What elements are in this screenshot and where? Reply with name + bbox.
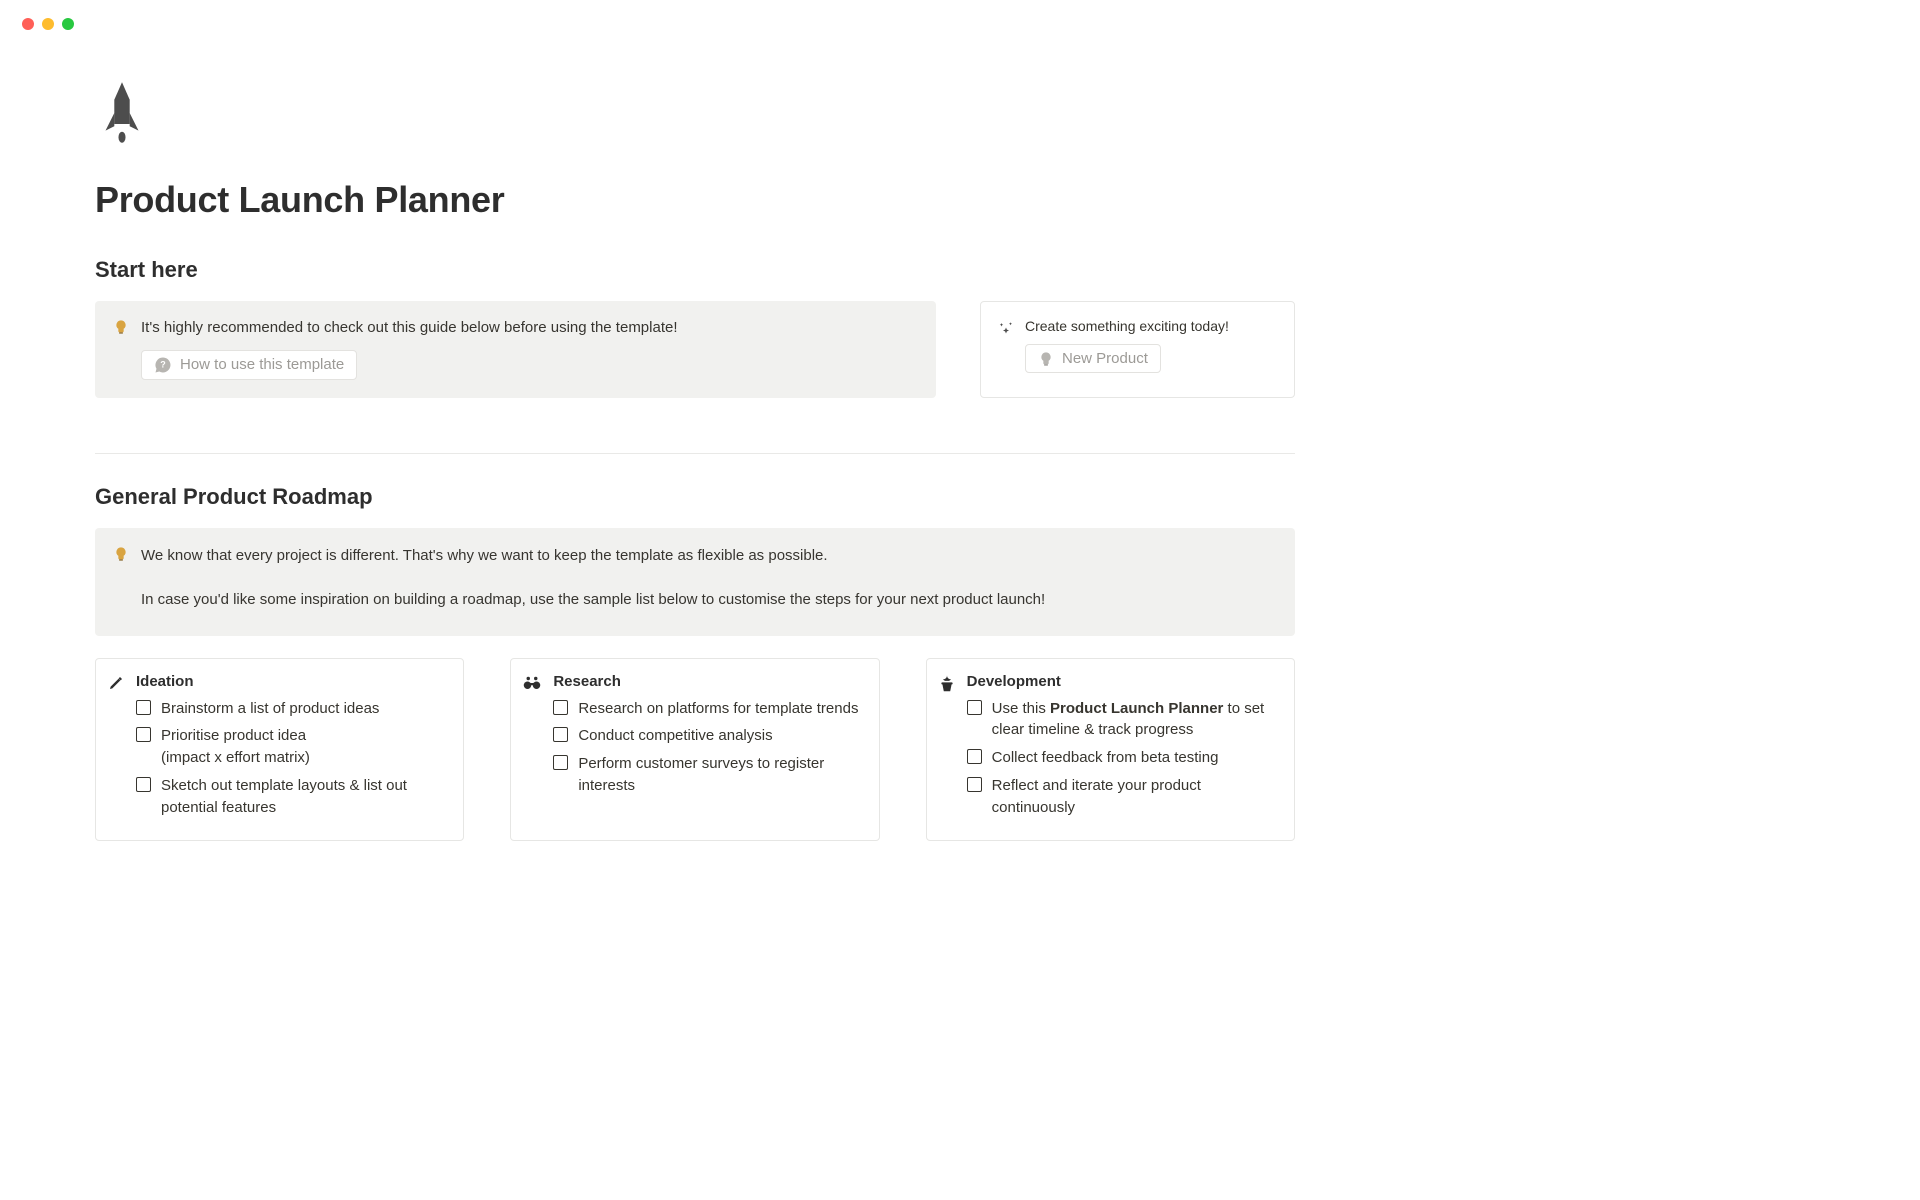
todo-label: Sketch out template layouts & list out p… <box>161 775 447 819</box>
todo-label: Prioritise product idea (impact x effort… <box>161 725 447 769</box>
research-card[interactable]: Research Research on platforms for templ… <box>510 658 879 842</box>
todo-item[interactable]: Use this Product Launch Planner to set c… <box>967 698 1278 742</box>
checkbox[interactable] <box>136 727 151 742</box>
sparkle-icon <box>997 320 1015 341</box>
window-minimize-button[interactable] <box>42 18 54 30</box>
lightbulb-grey-icon <box>1038 351 1054 367</box>
binoculars-icon <box>523 675 541 694</box>
development-title: Development <box>967 673 1278 690</box>
todo-label: Conduct competitive analysis <box>578 725 862 747</box>
todo-label: Use this Product Launch Planner to set c… <box>992 698 1278 742</box>
roadmap-callout-p1: We know that every project is different.… <box>141 544 1045 568</box>
start-tip-text: It's highly recommended to check out thi… <box>141 317 918 340</box>
new-product-button[interactable]: New Product <box>1025 344 1161 373</box>
page-title[interactable]: Product Launch Planner <box>95 179 1295 221</box>
svg-text:?: ? <box>160 359 166 369</box>
plant-icon <box>939 675 955 696</box>
todo-item[interactable]: Brainstorm a list of product ideas <box>136 698 447 720</box>
roadmap-callout-p2: In case you'd like some inspiration on b… <box>141 588 1045 612</box>
checkbox[interactable] <box>136 700 151 715</box>
todo-item[interactable]: Sketch out template layouts & list out p… <box>136 775 447 819</box>
pencil-icon <box>108 675 124 694</box>
lightbulb-icon <box>113 319 129 338</box>
how-to-use-button[interactable]: ? How to use this template <box>141 350 357 380</box>
page-content: Product Launch Planner Start here It's h… <box>0 30 1390 871</box>
window-controls <box>0 0 1390 30</box>
development-card[interactable]: Development Use this Product Launch Plan… <box>926 658 1295 842</box>
todo-label: Collect feedback from beta testing <box>992 747 1278 769</box>
chat-question-icon: ? <box>154 356 172 374</box>
checkbox[interactable] <box>967 777 982 792</box>
todo-item[interactable]: Perform customer surveys to register int… <box>553 753 862 797</box>
ideation-card[interactable]: Ideation Brainstorm a list of product id… <box>95 658 464 842</box>
roadmap-callout[interactable]: We know that every project is different.… <box>95 528 1295 636</box>
checkbox[interactable] <box>967 700 982 715</box>
todo-item[interactable]: Research on platforms for template trend… <box>553 698 862 720</box>
todo-item[interactable]: Reflect and iterate your product continu… <box>967 775 1278 819</box>
todo-label: Perform customer surveys to register int… <box>578 753 862 797</box>
todo-item[interactable]: Prioritise product idea (impact x effort… <box>136 725 447 769</box>
rocket-icon <box>99 80 1295 149</box>
todo-item[interactable]: Conduct competitive analysis <box>553 725 862 747</box>
divider <box>95 453 1295 454</box>
how-to-use-label: How to use this template <box>180 356 344 373</box>
start-heading: Start here <box>95 257 1295 283</box>
window-maximize-button[interactable] <box>62 18 74 30</box>
checkbox[interactable] <box>553 727 568 742</box>
todo-label: Brainstorm a list of product ideas <box>161 698 447 720</box>
checkbox[interactable] <box>136 777 151 792</box>
start-tip-callout[interactable]: It's highly recommended to check out thi… <box>95 301 936 398</box>
roadmap-heading: General Product Roadmap <box>95 484 1295 510</box>
checkbox[interactable] <box>967 749 982 764</box>
todo-label: Reflect and iterate your product continu… <box>992 775 1278 819</box>
research-title: Research <box>553 673 862 690</box>
checkbox[interactable] <box>553 755 568 770</box>
create-text: Create something exciting today! <box>1025 318 1229 334</box>
new-product-label: New Product <box>1062 350 1148 367</box>
todo-item[interactable]: Collect feedback from beta testing <box>967 747 1278 769</box>
ideation-title: Ideation <box>136 673 447 690</box>
create-callout[interactable]: Create something exciting today! New Pro… <box>980 301 1295 398</box>
checkbox[interactable] <box>553 700 568 715</box>
lightbulb-icon <box>113 546 129 565</box>
todo-label: Research on platforms for template trend… <box>578 698 862 720</box>
window-close-button[interactable] <box>22 18 34 30</box>
